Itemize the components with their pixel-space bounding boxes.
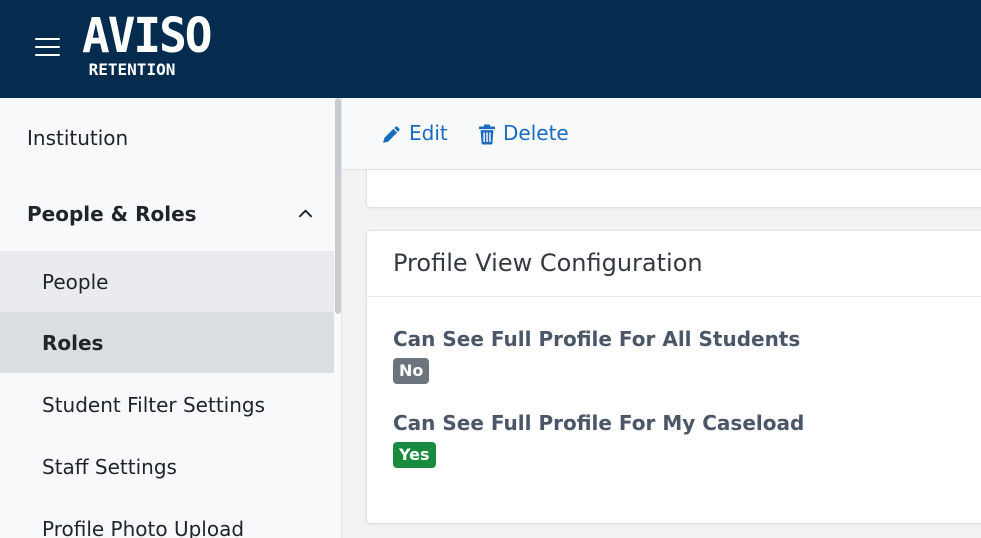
sidebar-item-label: People (42, 269, 109, 294)
sidebar-item-institution[interactable]: Institution (0, 108, 334, 168)
top-navbar: AVISO RETENTION (0, 0, 981, 98)
logo-main-text: AVISO (82, 6, 212, 64)
sidebar-item-roles[interactable]: Roles (0, 312, 334, 373)
pencil-icon (383, 126, 400, 143)
sidebar-item-profile-photo-upload[interactable]: Profile Photo Upload (0, 498, 334, 538)
sidebar-scrollbar[interactable] (335, 98, 341, 314)
status-badge-yes: Yes (393, 442, 436, 468)
delete-button[interactable]: Delete (478, 120, 569, 148)
sidebar-item-label: Institution (27, 126, 129, 150)
edit-button-label: Edit (409, 121, 448, 145)
edit-button[interactable]: Edit (381, 120, 451, 148)
permission-label: Can See Full Profile For My Caseload (393, 411, 805, 435)
trash-icon (479, 124, 495, 145)
permission-label: Can See Full Profile For All Students (393, 327, 801, 351)
sidebar-item-staff-settings[interactable]: Staff Settings (0, 436, 334, 497)
aviso-retention-logo[interactable]: AVISO RETENTION (82, 6, 212, 82)
hamburger-menu-icon[interactable] (35, 36, 60, 58)
sidebar-item-label: Profile Photo Upload (42, 516, 245, 538)
sidebar-item-label: Student Filter Settings (42, 392, 266, 417)
sidebar: Institution People & Roles People Roles … (0, 98, 342, 538)
chevron-up-icon[interactable] (299, 207, 312, 220)
profile-view-configuration-card: Profile View Configuration Can See Full … (366, 230, 981, 524)
sidebar-item-label: Roles (42, 330, 104, 355)
sidebar-item-student-filter-settings[interactable]: Student Filter Settings (0, 374, 334, 435)
action-toolbar: Edit Delete (342, 98, 981, 170)
card-header: Profile View Configuration (367, 231, 981, 297)
sidebar-item-label: Staff Settings (42, 454, 177, 479)
sidebar-item-label: People & Roles (27, 202, 197, 226)
sidebar-item-people[interactable]: People (0, 251, 334, 312)
delete-button-label: Delete (503, 121, 569, 145)
sidebar-item-people-roles[interactable]: People & Roles (0, 184, 334, 244)
card-title: Profile View Configuration (393, 249, 703, 277)
main-content: Edit Delete Profile View Configuration C… (342, 98, 981, 538)
status-badge-no: No (393, 358, 430, 384)
